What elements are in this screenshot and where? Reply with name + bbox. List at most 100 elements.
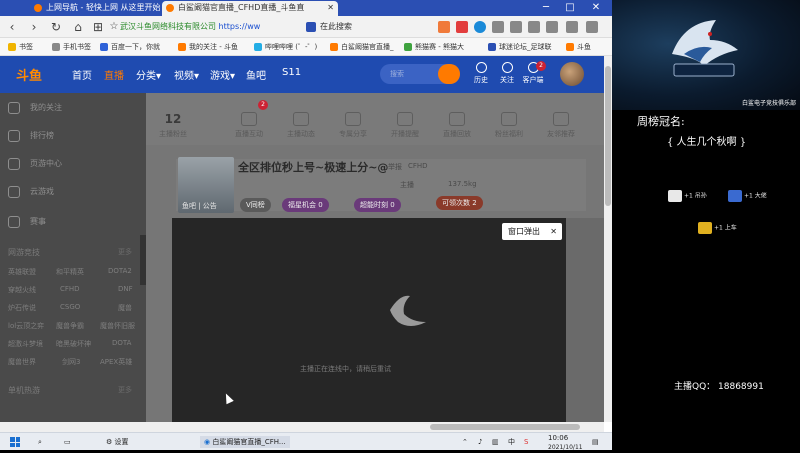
close-tab-icon[interactable]: ✕ — [327, 1, 334, 15]
bookmark-item[interactable]: 百度一下，你就 — [100, 41, 160, 53]
settings-app[interactable]: ⚙ 设置 — [106, 436, 129, 448]
feature-reminder[interactable]: 开播提醒 — [380, 112, 430, 139]
refresh-icon[interactable]: ↻ — [48, 19, 64, 35]
game-link[interactable]: DOTA — [112, 339, 131, 347]
close-icon[interactable]: ✕ — [550, 223, 557, 240]
bookmark-item[interactable]: 我的关注 - 斗鱼 — [178, 41, 238, 53]
extension-icon[interactable] — [456, 21, 468, 33]
room-thumbnail[interactable]: 鱼吧 | 公告 — [178, 157, 234, 213]
report-link[interactable]: 举报 — [388, 162, 402, 172]
browser-search-input[interactable]: 在此搜索 — [304, 19, 424, 35]
scissors-icon[interactable] — [510, 21, 522, 33]
game-link[interactable]: 魔兽怀旧服 — [100, 321, 135, 331]
nav-s11[interactable]: S11 — [282, 67, 301, 78]
bookmark-item[interactable]: 白鲨阚猫官直播_ — [330, 41, 394, 53]
game-link[interactable]: 超激斗梦境 — [8, 339, 43, 349]
sogou-icon[interactable]: S — [524, 436, 528, 448]
bookmark-item[interactable]: 熊猫赛 - 熊猫大 — [404, 41, 464, 53]
windows-start-icon[interactable] — [10, 437, 20, 447]
video-player[interactable] — [172, 218, 566, 422]
game-link[interactable]: 魔兽 — [118, 303, 132, 313]
bookmark-item[interactable]: 哔哩哔哩 (゜-゜) — [254, 41, 317, 53]
maximize-icon[interactable]: □ — [560, 0, 580, 16]
douyu-logo[interactable]: 斗鱼 — [16, 65, 42, 84]
home-icon[interactable]: ⌂ — [70, 19, 86, 35]
history-button[interactable]: 历史 — [470, 62, 492, 85]
game-link[interactable]: 和平精英 — [56, 267, 84, 277]
scrollbar-thumb[interactable] — [605, 66, 611, 206]
close-window-icon[interactable]: ✕ — [586, 0, 606, 16]
scrollbar-thumb[interactable] — [430, 424, 580, 430]
feature-share[interactable]: 专属分享 — [328, 112, 378, 139]
game-link[interactable]: 魔兽争霸 — [56, 321, 84, 331]
game-link[interactable]: 穿越火线 — [8, 285, 36, 295]
volume-icon[interactable]: ♪ — [478, 436, 482, 448]
game-icon[interactable] — [438, 21, 450, 33]
room-category[interactable]: CFHD — [408, 162, 428, 170]
tag-pill[interactable]: V同榜 — [240, 198, 271, 212]
browser-taskbar-app[interactable]: ◉ 白鲨阚猫官直播_CFH... — [200, 436, 290, 448]
minimize-icon[interactable]: ─ — [536, 0, 556, 16]
bookmark-item[interactable]: 斗鱼 — [566, 41, 591, 53]
feature-replay[interactable]: 直播回放 — [432, 112, 482, 139]
feature-dynamics[interactable]: 主播动态 — [276, 112, 326, 139]
nav-home[interactable]: 首页 — [72, 67, 92, 82]
grid-menu-icon[interactable] — [566, 21, 578, 33]
game-link[interactable]: CSGO — [60, 303, 80, 311]
download-icon[interactable] — [492, 21, 504, 33]
tag-pill[interactable]: 福星机会 0 — [282, 198, 329, 212]
feature-welfare[interactable]: 粉丝福利 — [484, 112, 534, 139]
horizontal-scrollbar[interactable] — [0, 422, 604, 432]
game-link[interactable]: 炉石传说 — [8, 303, 36, 313]
sidebar-item-events[interactable]: 赛事 — [8, 215, 46, 229]
apps-icon[interactable]: ⊞ — [90, 19, 106, 35]
bookmark-item[interactable]: 书签 — [8, 41, 33, 53]
undo-icon[interactable] — [528, 21, 540, 33]
game-link[interactable]: APEX英雄 — [100, 357, 132, 367]
tray-up-icon[interactable]: ⌃ — [462, 436, 468, 448]
clock[interactable]: 10:06 2021/10/11 — [548, 433, 583, 451]
sidebar-item-ranking[interactable]: 排行榜 — [8, 129, 54, 143]
sidebar-more-link[interactable]: 更多 — [118, 385, 132, 395]
extension-icon[interactable] — [474, 21, 486, 33]
tab-douyu-stream[interactable]: 白鲨阚猫官直播_CFHD直播_斗鱼直 ✕ — [162, 1, 338, 16]
nav-live[interactable]: 直播 — [104, 67, 124, 82]
feature-interact[interactable]: 直播互动 — [224, 112, 274, 139]
tab-navigation[interactable]: 上网导航 - 轻快上网 从这里开始 — [30, 1, 160, 16]
user-avatar[interactable] — [560, 62, 584, 86]
follow-button[interactable]: 关注 — [496, 62, 518, 85]
nav-video[interactable]: 视频▾ — [174, 67, 199, 82]
game-link[interactable]: 剑网3 — [62, 357, 80, 367]
forward-icon[interactable]: › — [26, 19, 42, 35]
site-search-input[interactable]: 搜索 — [380, 64, 460, 84]
vertical-scrollbar[interactable] — [604, 56, 612, 422]
nav-category[interactable]: 分类▾ — [136, 67, 161, 82]
url-field[interactable]: 武汉斗鱼网络科技有限公司 https://ww — [120, 19, 290, 35]
search-button[interactable] — [438, 64, 460, 84]
game-link[interactable]: 魔兽世界 — [8, 357, 36, 367]
bookmark-item[interactable]: 球迷论坛_足球联 — [488, 41, 552, 53]
game-link[interactable]: lol云顶之弈 — [8, 321, 44, 331]
notification-center-icon[interactable]: ▤ — [592, 436, 599, 448]
game-link[interactable]: DOTA2 — [108, 267, 132, 275]
nav-yuba[interactable]: 鱼吧 — [246, 67, 266, 82]
nav-game[interactable]: 游戏▾ — [210, 67, 235, 82]
menu-icon[interactable] — [586, 21, 598, 33]
sidebar-more-link[interactable]: 更多 — [118, 247, 132, 257]
back-icon[interactable]: ‹ — [4, 19, 20, 35]
game-link[interactable]: 暗黑破坏神 — [56, 339, 91, 349]
ime-indicator[interactable]: 中 — [508, 436, 515, 448]
task-view-icon[interactable]: ▭ — [64, 436, 71, 448]
sidebar-item-cloudgame[interactable]: 云游戏 — [8, 185, 54, 199]
night-mode-icon[interactable] — [546, 21, 558, 33]
feature-fans[interactable]: 12 主播粉丝 — [148, 112, 198, 139]
sidebar-item-follow[interactable]: 我的关注 — [8, 101, 62, 115]
feature-recommend[interactable]: 友邻推荐 — [536, 112, 586, 139]
game-link[interactable]: 英雄联盟 — [8, 267, 36, 277]
game-link[interactable]: DNF — [118, 285, 133, 293]
search-icon[interactable]: ⌕ — [38, 436, 42, 448]
sidebar-item-webgames[interactable]: 页游中心 — [8, 157, 62, 171]
bookmark-item[interactable]: 手机书签 — [52, 41, 91, 53]
network-icon[interactable]: ▥ — [492, 436, 499, 448]
claim-chances-button[interactable]: 可领次数 2 — [436, 196, 483, 210]
